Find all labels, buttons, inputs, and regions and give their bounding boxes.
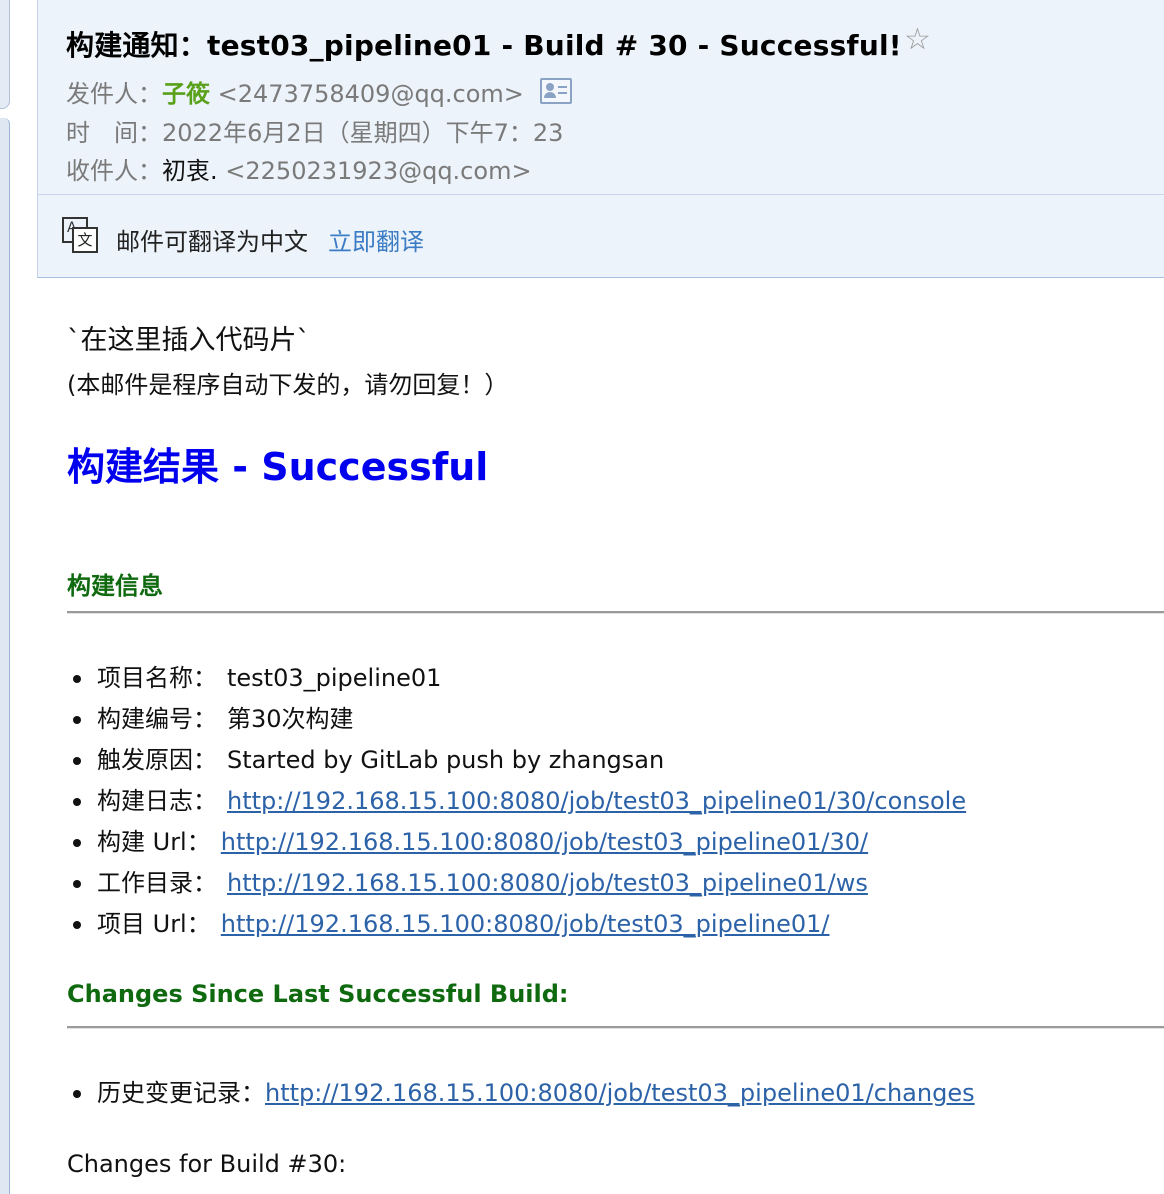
divider [67, 1026, 1164, 1029]
code-snippet-placeholder: `在这里插入代码片` [67, 325, 310, 356]
recipient-label: 收件人： [66, 157, 162, 185]
history-list: 历史变更记录：http://192.168.15.100:8080/job/te… [67, 1073, 975, 1114]
translate-now-link[interactable]: 立即翻译 [328, 222, 424, 257]
item-label: 项目 Url： [97, 910, 211, 938]
list-item-project-name: 项目名称： test03_pipeline01 [67, 658, 966, 699]
workspace-link[interactable]: http://192.168.15.100:8080/job/test03_pi… [227, 869, 868, 897]
recipient-row: 收件人：初衷. <2250231923@qq.com> [66, 151, 532, 186]
email-subject: 构建通知：test03_pipeline01 - Build # 30 - Su… [66, 29, 902, 62]
list-item-trigger-cause: 触发原因： Started by GitLab push by zhangsan [67, 740, 966, 781]
item-value: 第30次构建 [227, 705, 354, 733]
item-label: 触发原因： [97, 746, 217, 774]
history-changes-link[interactable]: http://192.168.15.100:8080/job/test03_pi… [265, 1079, 975, 1107]
left-panel-tab[interactable] [0, 0, 10, 109]
list-item-project-url: 项目 Url： http://192.168.15.100:8080/job/te… [67, 904, 966, 945]
build-url-link[interactable]: http://192.168.15.100:8080/job/test03_pi… [221, 828, 868, 856]
recipient-name[interactable]: 初衷. [162, 157, 218, 185]
time-value: 2022年6月2日（星期四）下午7：23 [162, 119, 564, 147]
item-value: test03_pipeline01 [227, 664, 442, 692]
sender-name[interactable]: 子筱 [162, 80, 210, 108]
time-label: 时 间： [66, 119, 162, 147]
list-item-build-log: 构建日志： http://192.168.15.100:8080/job/test… [67, 781, 966, 822]
email-body: `在这里插入代码片` (本邮件是程序自动下发的，请勿回复！） 构建结果 - Su… [37, 278, 1164, 1194]
item-label: 构建 Url： [97, 828, 211, 856]
time-row: 时 间：2022年6月2日（星期四）下午7：23 [66, 113, 563, 148]
contact-card-icon[interactable] [540, 78, 572, 104]
changes-for-build: Changes for Build #30: [67, 1150, 347, 1178]
item-label: 构建日志： [97, 787, 217, 815]
recipient-email: <2250231923@qq.com> [225, 157, 532, 185]
item-label: 构建编号： [97, 705, 217, 733]
list-item-workspace: 工作目录： http://192.168.15.100:8080/job/test… [67, 863, 966, 904]
sender-email: <2473758409@qq.com> [217, 80, 524, 108]
list-item-build-number: 构建编号： 第30次构建 [67, 699, 966, 740]
build-info-title: 构建信息 [67, 572, 163, 600]
auto-mail-notice: (本邮件是程序自动下发的，请勿回复！） [67, 371, 509, 399]
history-label: 历史变更记录： [97, 1079, 265, 1107]
translate-icon: A 文 [62, 217, 98, 253]
translate-text: 邮件可翻译为中文 [116, 228, 308, 256]
window-left-edge [0, 0, 37, 1194]
build-info-list: 项目名称： test03_pipeline01 构建编号： 第30次构建 触发原因：… [67, 658, 966, 945]
build-log-link[interactable]: http://192.168.15.100:8080/job/test03_pi… [227, 787, 966, 815]
list-item-history: 历史变更记录：http://192.168.15.100:8080/job/te… [67, 1073, 975, 1114]
sender-label: 发件人： [66, 80, 162, 108]
divider [67, 611, 1164, 614]
changes-title: Changes Since Last Successful Build: [67, 980, 569, 1008]
project-url-link[interactable]: http://192.168.15.100:8080/job/test03_pi… [221, 910, 830, 938]
build-result-title: 构建结果 - Successful [67, 445, 489, 489]
star-icon[interactable]: ☆ [904, 22, 931, 57]
email-header: 构建通知：test03_pipeline01 - Build # 30 - Su… [37, 0, 1164, 195]
list-item-build-url: 构建 Url： http://192.168.15.100:8080/job/te… [67, 822, 966, 863]
item-value: Started by GitLab push by zhangsan [227, 746, 665, 774]
item-label: 项目名称： [97, 664, 217, 692]
left-scroll-rail[interactable] [0, 118, 10, 1194]
sender-row: 发件人：子筱 <2473758409@qq.com> [66, 74, 524, 109]
item-label: 工作目录： [97, 869, 217, 897]
translate-bar: A 文 邮件可翻译为中文 立即翻译 [37, 195, 1164, 278]
